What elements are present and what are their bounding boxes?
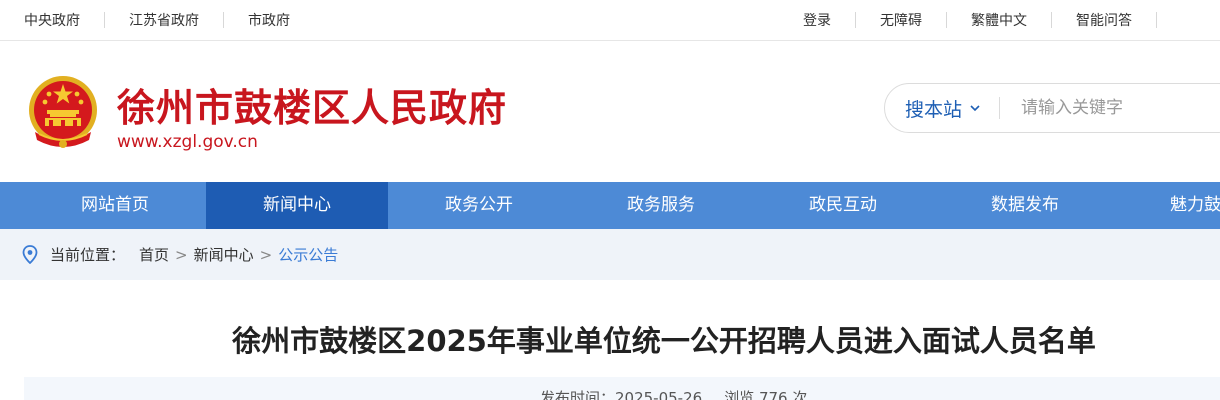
breadcrumb-separator: > bbox=[259, 245, 273, 264]
login-link[interactable]: 登录 bbox=[803, 10, 831, 30]
article-meta-bar: 发布时间：2025-05-26 浏览 776 次 bbox=[24, 377, 1220, 400]
publish-date: 发布时间：2025-05-26 bbox=[540, 389, 703, 400]
site-title[interactable]: 徐州市鼓楼区人民政府 bbox=[117, 77, 507, 132]
search-scope-dropdown[interactable]: 搜本站 bbox=[905, 84, 980, 132]
site-url[interactable]: www.xzgl.gov.cn bbox=[117, 132, 258, 152]
link-city-government[interactable]: 市政府 bbox=[248, 10, 290, 30]
breadcrumb-label: 当前位置： bbox=[50, 246, 126, 264]
nav-item-data[interactable]: 数据发布 bbox=[934, 182, 1116, 229]
site-header: 徐州市鼓楼区人民政府 www.xzgl.gov.cn 搜本站 bbox=[0, 41, 1220, 182]
site-search: 搜本站 bbox=[884, 83, 1220, 133]
top-right-links: 登录 无障碍 繁體中文 智能问答 bbox=[803, 0, 1181, 40]
divider bbox=[1051, 12, 1052, 28]
divider bbox=[946, 12, 947, 28]
breadcrumb: 当前位置： 首页 > 新闻中心 > 公示公告 bbox=[22, 229, 338, 280]
nav-item-home[interactable]: 网站首页 bbox=[24, 182, 206, 229]
location-pin-icon bbox=[22, 245, 38, 264]
top-utility-bar: 中央政府 江苏省政府 市政府 登录 无障碍 繁體中文 智能问答 bbox=[0, 0, 1220, 41]
accessibility-link[interactable]: 无障碍 bbox=[880, 10, 922, 30]
search-input[interactable] bbox=[1007, 92, 1220, 124]
main-nav: 网站首页 新闻中心 政务公开 政务服务 政民互动 数据发布 魅力鼓 bbox=[0, 182, 1220, 229]
breadcrumb-announcements[interactable]: 公示公告 bbox=[278, 244, 338, 265]
nav-item-gov-affairs[interactable]: 政务公开 bbox=[388, 182, 570, 229]
nav-item-news[interactable]: 新闻中心 bbox=[206, 182, 388, 229]
divider bbox=[1156, 12, 1157, 28]
link-central-government[interactable]: 中央政府 bbox=[24, 10, 80, 30]
nav-item-charm[interactable]: 魅力鼓 bbox=[1116, 182, 1220, 229]
breadcrumb-bar: 当前位置： 首页 > 新闻中心 > 公示公告 bbox=[0, 229, 1220, 280]
view-count: 浏览 776 次 bbox=[724, 389, 808, 400]
divider bbox=[855, 12, 856, 28]
divider bbox=[104, 12, 105, 28]
nav-item-interaction[interactable]: 政民互动 bbox=[752, 182, 934, 229]
article-title: 徐州市鼓楼区2025年事业单位统一公开招聘人员进入面试人员名单 bbox=[232, 324, 1096, 358]
search-scope-label: 搜本站 bbox=[905, 98, 963, 121]
article-meta: 发布时间：2025-05-26 浏览 776 次 bbox=[540, 387, 829, 400]
breadcrumb-news[interactable]: 新闻中心 bbox=[194, 244, 254, 265]
breadcrumb-home[interactable]: 首页 bbox=[139, 244, 169, 265]
nav-item-services[interactable]: 政务服务 bbox=[570, 182, 752, 229]
chevron-down-icon bbox=[970, 105, 980, 112]
national-emblem-icon[interactable] bbox=[27, 74, 99, 152]
smart-qa-link[interactable]: 智能问答 bbox=[1076, 10, 1132, 30]
divider bbox=[223, 12, 224, 28]
traditional-chinese-link[interactable]: 繁體中文 bbox=[971, 10, 1027, 30]
breadcrumb-separator: > bbox=[175, 245, 188, 264]
link-jiangsu-government[interactable]: 江苏省政府 bbox=[129, 10, 199, 30]
search-divider bbox=[999, 97, 1000, 119]
top-left-links: 中央政府 江苏省政府 市政府 bbox=[24, 0, 290, 40]
